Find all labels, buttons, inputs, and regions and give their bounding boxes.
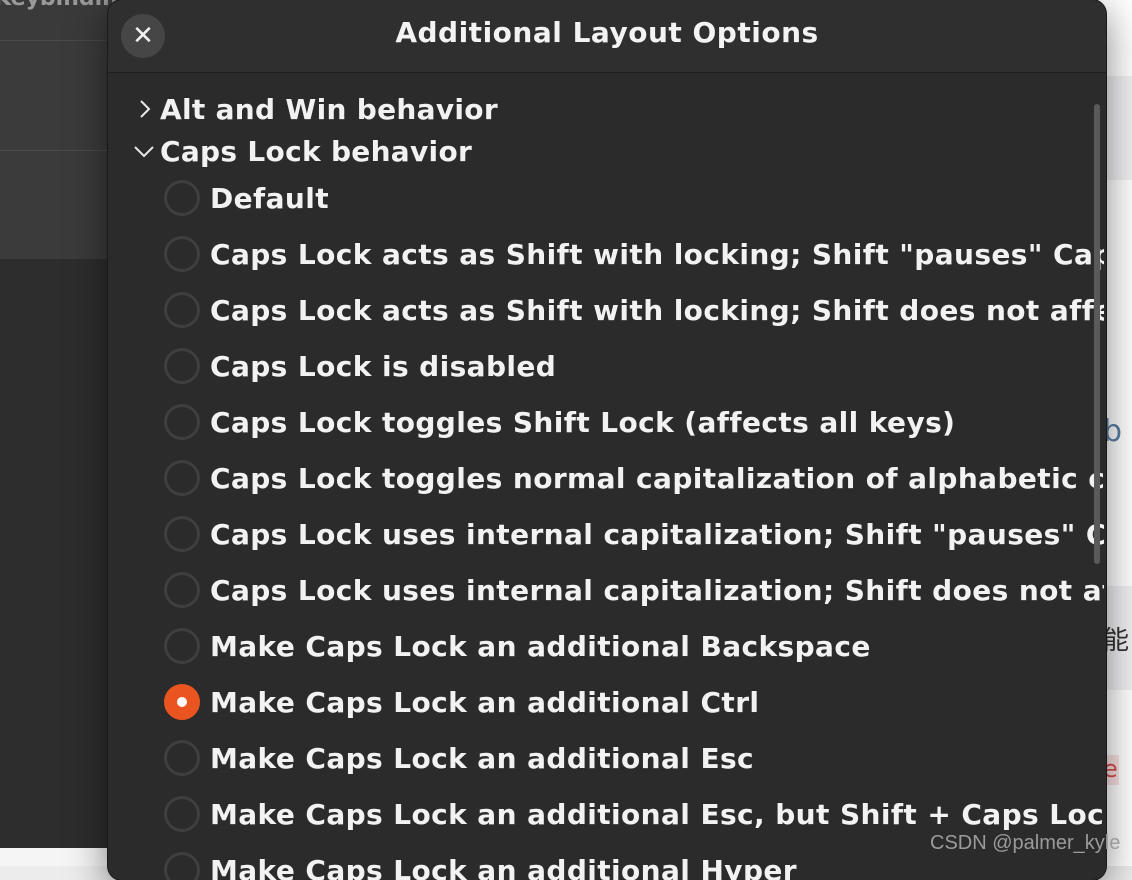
- option-label: Default: [210, 182, 329, 215]
- radio-button[interactable]: [164, 516, 200, 552]
- radio-button[interactable]: [164, 236, 200, 272]
- option-radio[interactable]: Make Caps Lock an additional Backspace: [164, 624, 1104, 668]
- radio-button[interactable]: [164, 404, 200, 440]
- option-label: Caps Lock acts as Shift with locking; Sh…: [210, 294, 1104, 327]
- option-radio-selected[interactable]: Make Caps Lock an additional Ctrl: [164, 680, 1104, 724]
- background-row: [0, 41, 120, 151]
- option-radio[interactable]: Make Caps Lock an additional Esc: [164, 736, 1104, 780]
- radio-button[interactable]: [164, 292, 200, 328]
- section-label: Alt and Win behavior: [160, 93, 498, 126]
- radio-button[interactable]: [164, 572, 200, 608]
- radio-button[interactable]: [164, 852, 200, 880]
- option-label: Make Caps Lock an additional Hyper: [210, 854, 797, 880]
- option-radio[interactable]: Caps Lock acts as Shift with locking; Sh…: [164, 288, 1104, 332]
- radio-button[interactable]: [164, 628, 200, 664]
- layout-options-dialog: ✕ Additional Layout Options Alt and Win …: [108, 0, 1106, 880]
- option-label: Caps Lock acts as Shift with locking; Sh…: [210, 238, 1104, 271]
- option-radio[interactable]: Caps Lock acts as Shift with locking; Sh…: [164, 232, 1104, 276]
- option-label: Caps Lock uses internal capitalization; …: [210, 518, 1104, 551]
- scrollbar[interactable]: [1094, 104, 1100, 564]
- option-label: Caps Lock uses internal capitalization; …: [210, 574, 1104, 607]
- option-radio[interactable]: Caps Lock toggles Shift Lock (affects al…: [164, 400, 1104, 444]
- option-radio[interactable]: Caps Lock uses internal capitalization; …: [164, 512, 1104, 556]
- option-radio[interactable]: Make Caps Lock an additional Esc, but Sh…: [164, 792, 1104, 836]
- option-radio[interactable]: Caps Lock uses internal capitalization; …: [164, 568, 1104, 612]
- radio-button[interactable]: [164, 348, 200, 384]
- option-radio[interactable]: Caps Lock is disabled: [164, 344, 1104, 388]
- radio-button-checked[interactable]: [164, 684, 200, 720]
- radio-button[interactable]: [164, 740, 200, 776]
- section-caps-lock[interactable]: Caps Lock behavior: [132, 131, 472, 171]
- option-label: Make Caps Lock an additional Esc, but Sh…: [210, 798, 1104, 831]
- chevron-down-icon: [132, 139, 156, 163]
- option-label: Make Caps Lock an additional Backspace: [210, 630, 871, 663]
- dialog-titlebar: ✕ Additional Layout Options: [108, 0, 1106, 73]
- dialog-title: Additional Layout Options: [108, 16, 1106, 49]
- option-radio[interactable]: Default: [164, 176, 1104, 220]
- section-label: Caps Lock behavior: [160, 135, 472, 168]
- options-list: Alt and Win behavior Caps Lock behavior …: [108, 73, 1106, 880]
- option-radio[interactable]: Caps Lock toggles normal capitalization …: [164, 456, 1104, 500]
- background-text-fragment: 能: [1103, 620, 1129, 657]
- background-strip: [0, 848, 120, 866]
- option-label: Caps Lock toggles Shift Lock (affects al…: [210, 406, 955, 439]
- option-label: Make Caps Lock an additional Esc: [210, 742, 754, 775]
- background-header: Keybindings: [0, 0, 120, 41]
- radio-button[interactable]: [164, 460, 200, 496]
- radio-button[interactable]: [164, 180, 200, 216]
- option-label: Caps Lock toggles normal capitalization …: [210, 462, 1104, 495]
- chevron-right-icon: [132, 97, 156, 121]
- watermark: CSDN @palmer_kyle: [930, 832, 1120, 855]
- section-alt-win[interactable]: Alt and Win behavior: [132, 89, 498, 129]
- option-label: Caps Lock is disabled: [210, 350, 556, 383]
- background-row: [0, 151, 120, 259]
- option-label: Make Caps Lock an additional Ctrl: [210, 686, 759, 719]
- radio-button[interactable]: [164, 796, 200, 832]
